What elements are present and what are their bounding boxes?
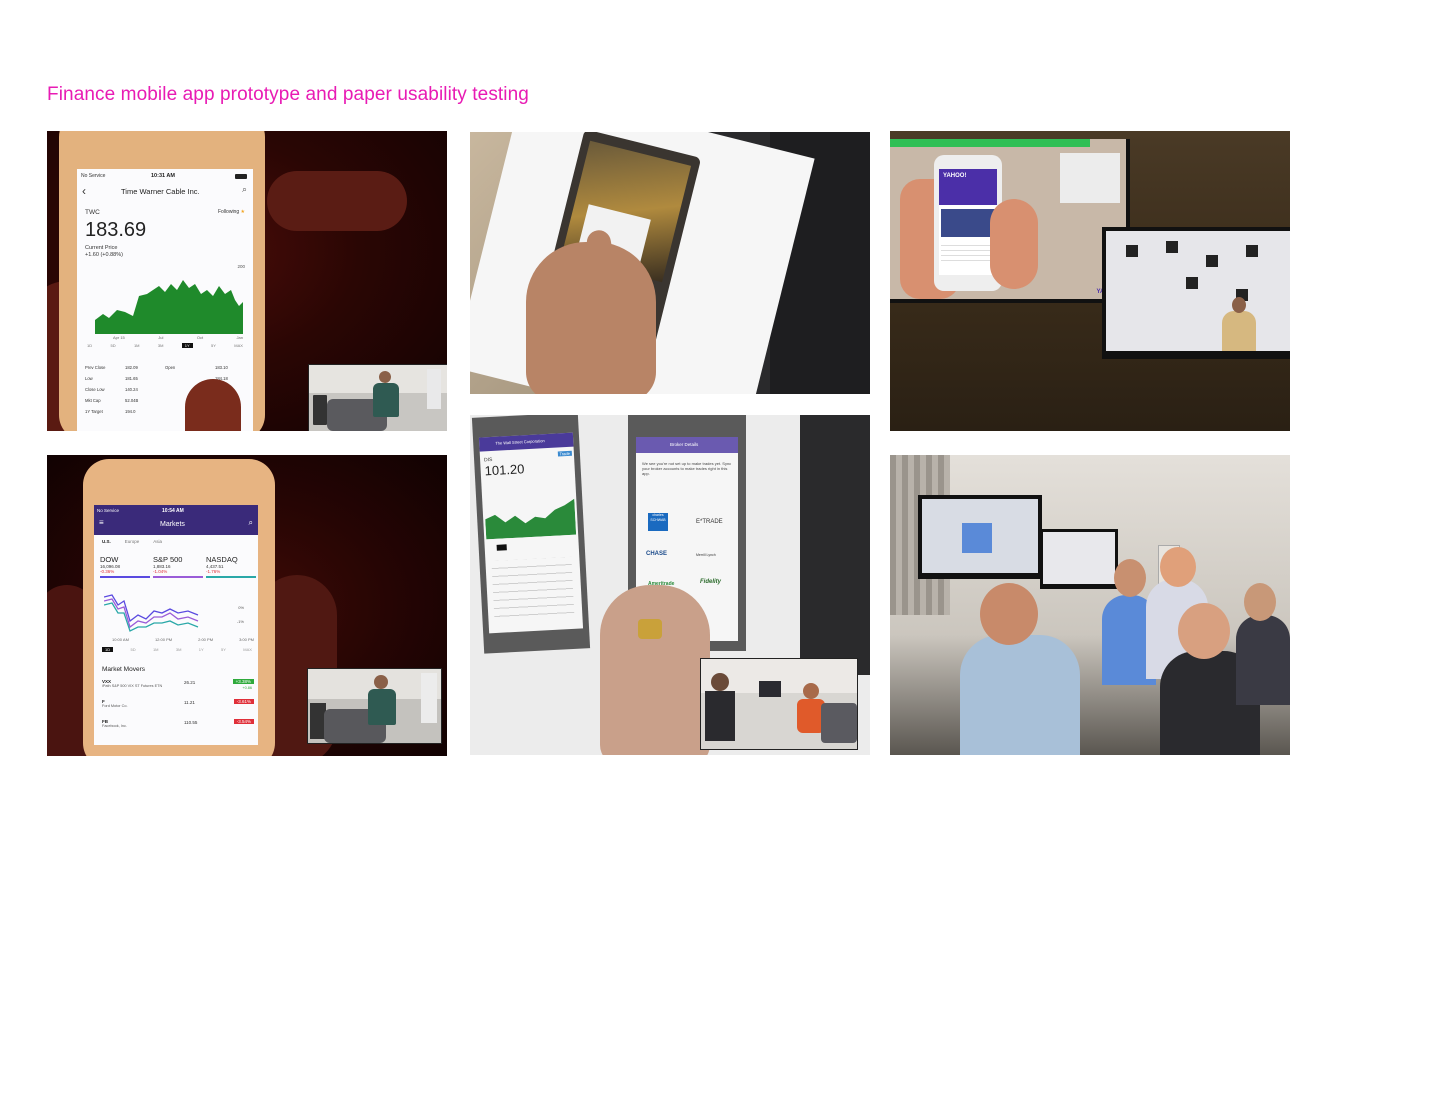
star-icon: ★ — [240, 209, 245, 215]
page-title: Finance mobile app prototype and paper u… — [47, 84, 529, 105]
price-change: +1.60 (+0.88%) — [85, 252, 123, 258]
index-chart — [104, 594, 199, 632]
chart-time-labels: 10:00 AM 12:00 PM 2:00 PM 3:00 PM — [112, 637, 254, 642]
current-price: 183.69 — [85, 219, 147, 241]
region-tabs[interactable]: U.S. Europe Asia — [102, 539, 162, 544]
photo-paper-broker-screens: The Wall Street Corporation Trade DIS 10… — [470, 415, 870, 755]
status-time: 10:54 AM — [162, 508, 184, 514]
chart-month-labels: Apr 15 Jul Oct Jan — [113, 335, 243, 340]
list-item[interactable]: FB Facebook, Inc. 110.55 -3.54% — [102, 719, 254, 739]
search-icon[interactable]: ⌕ — [242, 184, 247, 195]
battery-icon — [235, 174, 247, 179]
nav-title: Time Warner Cable Inc. — [121, 187, 200, 196]
paper-screen-dis: The Wall Street Corporation Trade DIS 10… — [471, 415, 591, 654]
tv-right — [1040, 529, 1118, 589]
range-selector[interactable]: 1D 5D 1M 3M 1Y 5Y MAX — [102, 647, 252, 652]
status-time: 10:31 AM — [151, 173, 175, 179]
price-chart — [95, 280, 243, 334]
ticker-label: TWC — [85, 209, 100, 216]
menu-icon[interactable]: ≡ — [99, 518, 104, 527]
phone-screen: No Service 10:54 AM ≡ Markets ⌕ U.S. Euro… — [94, 505, 258, 745]
photo-team-observation-room — [890, 455, 1290, 755]
following-button[interactable]: Following ★ — [218, 209, 245, 215]
monitor-small — [1102, 227, 1290, 359]
search-icon[interactable]: ⌕ — [249, 518, 253, 528]
market-movers-list: VXX iPath S&P 500 VIX ST Futures ETN 26.… — [102, 679, 254, 739]
person-front-left — [960, 635, 1080, 755]
market-movers-title: Market Movers — [102, 666, 145, 673]
range-selector[interactable]: 1D 5D 1M 3M 1Y 5Y MAX — [87, 343, 243, 348]
list-item[interactable]: F Ford Motor Co. 11.21 -3.61% — [102, 699, 254, 719]
paper-price-chart — [485, 498, 577, 540]
paper-price: 101.20 — [484, 461, 525, 479]
photo-paper-prototype-hand — [470, 132, 870, 394]
webcam-moderator-pip — [700, 658, 858, 750]
pct-axis-0: 0% — [238, 605, 244, 610]
index-summaries: DOW 16,096.08 -0.36% S&P 500 1,883.16 -1… — [100, 555, 256, 578]
yahoo-brand: YAHOO! — [943, 173, 967, 179]
webcam-participant-pip — [308, 364, 447, 431]
nav-title: Markets — [160, 521, 185, 528]
current-price-label: Current Price — [85, 245, 118, 251]
paper-trade-button[interactable]: Trade — [557, 450, 573, 457]
broker-logo-fidelity[interactable]: Fidelity — [700, 579, 721, 585]
photo-markets-screen: No Service 10:54 AM ≡ Markets ⌕ U.S. Euro… — [47, 455, 447, 756]
broker-logo-schwab[interactable]: charles SCHWAB — [648, 513, 668, 531]
webcam-participant-pip — [307, 668, 442, 744]
back-chevron-icon[interactable]: ‹ — [82, 184, 86, 198]
list-item[interactable]: VXX iPath S&P 500 VIX ST Futures ETN 26.… — [102, 679, 254, 699]
broker-text: We see you're not set up to make trades … — [642, 461, 732, 476]
tv-left — [918, 495, 1042, 579]
monitor-large: YAHOO! YAHOO! — [890, 139, 1130, 303]
status-service: No Service — [97, 508, 120, 513]
broker-logo-chase[interactable]: CHASE — [646, 551, 667, 557]
thumb — [185, 379, 241, 431]
status-service: No Service — [81, 173, 106, 179]
hand — [600, 585, 710, 755]
photo-observation-monitors: YAHOO! YAHOO! — [890, 131, 1290, 431]
broker-logo-merrill[interactable]: Merrill Lynch — [696, 553, 716, 557]
broker-title: Broker Details — [670, 442, 699, 447]
person-woman-right — [1236, 615, 1290, 705]
photo-twc-stock-screen: No Service 10:31 AM ‹ Time Warner Cable … — [47, 131, 447, 431]
broker-logo-etrade[interactable]: E*TRADE — [696, 519, 723, 525]
pct-axis-1: -1% — [236, 619, 244, 624]
